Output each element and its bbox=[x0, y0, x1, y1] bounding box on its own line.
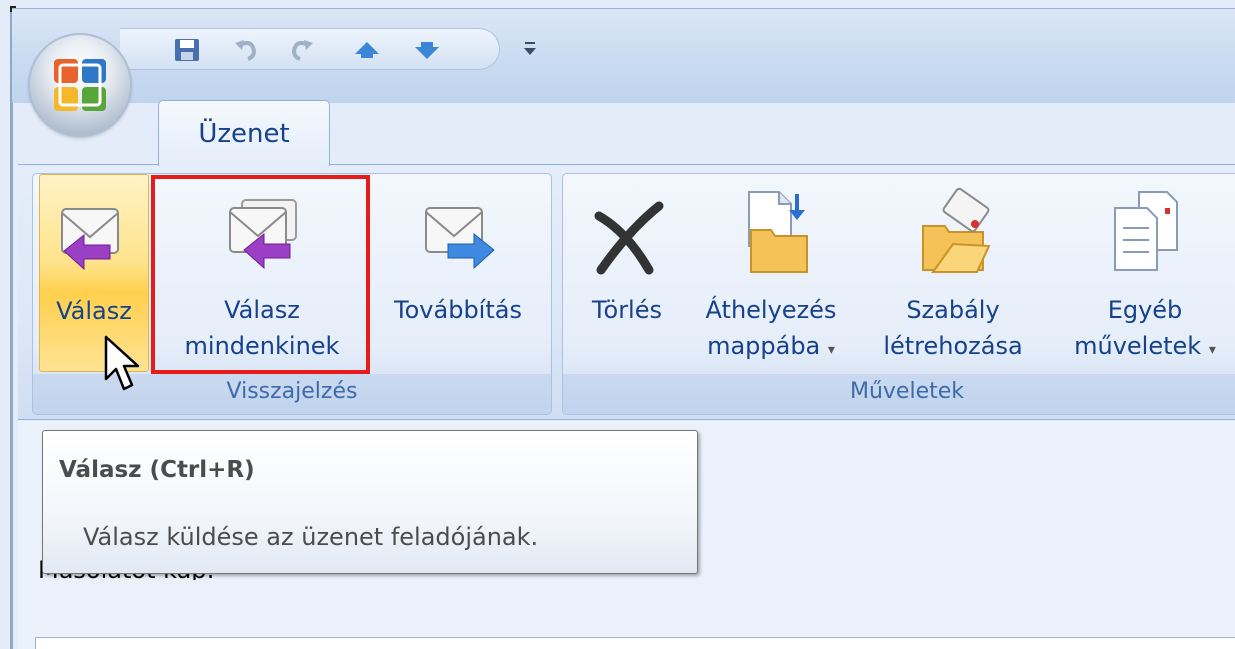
reply-all-label-line2: mindenkinek bbox=[184, 332, 340, 360]
other-label-line1: Egyéb bbox=[1107, 296, 1183, 324]
create-rule-icon bbox=[922, 187, 991, 273]
delete-icon bbox=[594, 201, 664, 275]
delete-button[interactable]: Törlés bbox=[577, 174, 677, 372]
other-actions-button[interactable]: Egyéb műveletek ▾ bbox=[1045, 174, 1235, 372]
ribbon: Válasz Válasz mindenkinek Továbbítás Vis… bbox=[18, 164, 1235, 420]
reply-all-label-line1: Válasz bbox=[224, 296, 300, 324]
group-label-actions: Műveletek bbox=[563, 374, 1235, 414]
move-label-line1: Áthelyezés bbox=[705, 296, 837, 324]
rule-label-line2: létrehozása bbox=[883, 332, 1023, 360]
tooltip-title: Válasz (Ctrl+R) bbox=[59, 457, 255, 483]
reply-all-label: Válasz mindenkinek bbox=[153, 292, 371, 364]
reply-all-icon bbox=[229, 199, 297, 270]
forward-label: Továbbítás bbox=[394, 296, 522, 324]
move-to-folder-label: Áthelyezés mappába ▾ bbox=[681, 292, 861, 368]
move-to-folder-button[interactable]: Áthelyezés mappába ▾ bbox=[681, 174, 861, 372]
message-body[interactable] bbox=[35, 637, 1235, 649]
other-label-line2: műveletek bbox=[1074, 332, 1202, 360]
move-dropdown-arrow[interactable]: ▾ bbox=[828, 342, 835, 358]
redo-icon[interactable] bbox=[286, 37, 316, 63]
tab-message[interactable]: Üzenet bbox=[158, 100, 330, 166]
rule-label-line1: Szabály bbox=[906, 296, 1000, 324]
window-border bbox=[10, 8, 13, 649]
save-icon[interactable] bbox=[172, 37, 202, 63]
previous-item-icon[interactable] bbox=[352, 37, 382, 63]
forward-button[interactable]: Továbbítás bbox=[373, 174, 543, 372]
create-rule-label: Szabály létrehozása bbox=[863, 292, 1043, 364]
quick-access-toolbar bbox=[120, 28, 500, 70]
tab-label: Üzenet bbox=[198, 119, 290, 149]
tooltip: Válasz (Ctrl+R) Válasz küldése az üzenet… bbox=[42, 430, 698, 574]
delete-label: Törlés bbox=[591, 296, 662, 324]
reply-all-button[interactable]: Válasz mindenkinek bbox=[153, 174, 371, 372]
tooltip-body: Válasz küldése az üzenet feladójának. bbox=[83, 523, 539, 551]
customize-toolbar-icon[interactable] bbox=[520, 38, 540, 60]
office-logo-icon bbox=[54, 59, 106, 111]
forward-icon bbox=[425, 207, 495, 270]
other-actions-icon bbox=[1114, 191, 1178, 271]
create-rule-button[interactable]: Szabály létrehozása bbox=[863, 174, 1043, 372]
office-button[interactable] bbox=[30, 35, 130, 135]
reply-icon bbox=[61, 208, 119, 271]
mouse-cursor-icon bbox=[104, 335, 140, 391]
move-label-line2: mappába bbox=[707, 332, 821, 360]
group-actions: Törlés Áthelyezés mappába ▾ Szabály létr… bbox=[562, 173, 1235, 415]
reply-label: Válasz bbox=[56, 297, 132, 325]
next-item-icon[interactable] bbox=[412, 37, 442, 63]
undo-icon[interactable] bbox=[232, 37, 262, 63]
other-actions-label: Egyéb műveletek ▾ bbox=[1045, 292, 1235, 368]
other-dropdown-arrow[interactable]: ▾ bbox=[1209, 342, 1216, 358]
move-to-folder-icon bbox=[748, 191, 808, 273]
